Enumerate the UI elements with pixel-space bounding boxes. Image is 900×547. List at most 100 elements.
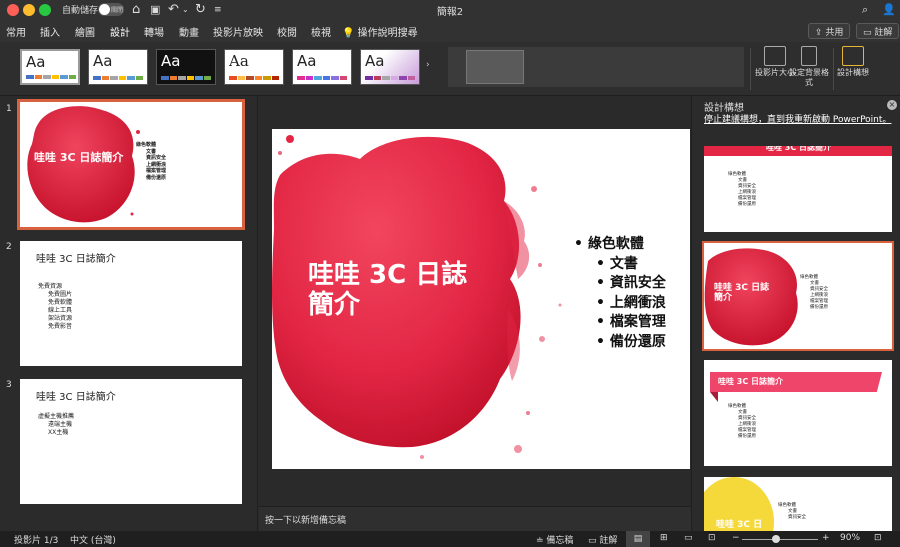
theme-6[interactable]: Aa [360, 49, 420, 85]
thumb-bullet: 免費影音 [48, 323, 73, 330]
idea-bullets: 綠色軟體 文書 資訊安全 上網衝浪 檔案管理 備份還原 [728, 404, 756, 440]
theme-4[interactable]: Aa [224, 49, 284, 85]
close-icon: × [888, 100, 896, 109]
theme-3[interactable]: Aa [156, 49, 216, 85]
design-ideas-pane: 設計構想 × 停止建議構想，直到我重新啟動 PowerPoint。 哇哇 3C … [691, 96, 900, 531]
thumb-bullet: 架站資源 [48, 315, 73, 322]
idea-title: 哇哇 3C 日 [716, 520, 763, 530]
close-pane-button[interactable]: × [887, 100, 897, 110]
reading-view-icon: ▭ [684, 533, 693, 543]
ribbon-divider [750, 48, 751, 90]
help-search[interactable]: 💡 操作說明搜尋 [342, 24, 418, 39]
tab-transitions[interactable]: 轉場 [144, 24, 164, 39]
themes-scroll-icon[interactable]: › [426, 60, 430, 70]
notes-toggle[interactable]: ≐ 備忘稿 [536, 533, 573, 546]
slideshow-button[interactable]: ⊡ [708, 533, 716, 543]
notes-pane[interactable]: 按一下以新增備忘稿 [259, 506, 691, 531]
format-background-button[interactable]: 設定背景格式 [789, 46, 829, 88]
variant-1[interactable] [466, 50, 524, 84]
tab-review[interactable]: 校閱 [277, 24, 297, 39]
account-icon[interactable]: 👤 [882, 1, 896, 19]
stop-suggestions-link[interactable]: 停止建議構想，直到我重新啟動 PowerPoint。 [704, 114, 894, 127]
close-window-button[interactable] [7, 4, 19, 16]
idea-bullet: 資訊安全 [788, 515, 806, 520]
slide-number: 3 [6, 380, 12, 390]
undo-icon[interactable]: ↶ [168, 1, 179, 19]
comment-icon: ▭ [863, 28, 872, 38]
language-indicator[interactable]: 中文 (台灣) [70, 533, 116, 546]
design-idea-4[interactable]: 哇哇 3C 日 綠色軟體 文書 資訊安全 [704, 477, 892, 531]
thumb-title: 哇哇 3C 日誌簡介 [36, 254, 116, 265]
home-icon[interactable]: ⌂ [132, 1, 140, 19]
thumb-bullet: 線上工具 [48, 307, 73, 314]
tab-home[interactable]: 常用 [6, 24, 26, 39]
tab-design[interactable]: 設計 [110, 24, 130, 44]
theme-5[interactable]: Aa [292, 49, 352, 85]
slide-thumbnails-panel: 1 哇哇 3C 日誌簡介 綠色軟體 文書 資訊安全 上網衝浪 檔案管理 備份還原… [0, 96, 258, 531]
redo-icon[interactable]: ↻ [195, 1, 206, 19]
idea-bullets: 綠色軟體 文書 資訊安全 [778, 503, 806, 521]
design-idea-3[interactable]: 哇哇 3C 日誌簡介 綠色軟體 文書 資訊安全 上網衝浪 檔案管理 備份還原 [704, 360, 892, 466]
thumb-bullet: 虛擬主機推薦 [38, 413, 75, 420]
slide-title[interactable]: 哇哇 3C 日誌 簡介 [308, 260, 468, 321]
minimize-window-button[interactable] [23, 4, 35, 16]
current-slide[interactable]: 哇哇 3C 日誌 簡介 綠色軟體 文書 資訊安全 上網衝浪 檔案管理 備份還原 [272, 129, 690, 469]
slide-size-icon [764, 46, 786, 66]
slide-thumbnail-2[interactable]: 哇哇 3C 日誌簡介 免費資源 免費圖片 免費軟體 線上工具 架站資源 免費影音 [20, 241, 242, 366]
slide-thumbnail-3[interactable]: 哇哇 3C 日誌簡介 虛擬主機推薦 遠端主機 XX主機 [20, 379, 242, 504]
theme-label: Aa [161, 52, 181, 70]
maximize-window-button[interactable] [39, 4, 51, 16]
slide-bullets[interactable]: 綠色軟體 文書 資訊安全 上網衝浪 檔案管理 備份還原 [574, 235, 666, 352]
design-ideas-icon [842, 46, 864, 66]
stop-suggestions-text: 停止建議構想，直到我重新啟動 PowerPoint。 [704, 115, 892, 125]
save-icon[interactable]: ▣ [150, 1, 160, 19]
theme-colors [161, 76, 211, 80]
zoom-slider[interactable] [742, 539, 818, 540]
theme-office[interactable]: Aa [20, 49, 80, 85]
zoom-out-button[interactable]: − [732, 533, 740, 543]
customize-toolbar-icon[interactable]: ≡ [214, 1, 222, 19]
slide-thumbnail-1[interactable]: 哇哇 3C 日誌簡介 綠色軟體 文書 資訊安全 上網衝浪 檔案管理 備份還原 [17, 99, 245, 230]
theme-label: Aa [93, 52, 113, 70]
design-idea-2[interactable]: 哇哇 3C 日誌簡介 綠色軟體 文書 資訊安全 上網衝浪 檔案管理 備份還原 [702, 241, 894, 351]
comments-label: 註解 [599, 536, 618, 546]
thumb-bullet: 免費資源 [38, 283, 63, 290]
thumb-bullet: 遠端主機 [48, 421, 73, 428]
comments-button[interactable]: ▭ 註解 [856, 23, 900, 39]
fit-to-window-button[interactable]: ⊡ [874, 533, 882, 543]
toggle-knob [99, 4, 110, 15]
tab-draw[interactable]: 繪圖 [75, 24, 95, 39]
ideas-title: 設計構想 [704, 103, 744, 114]
bullet-item: 檔案管理 [574, 313, 666, 333]
tab-slideshow[interactable]: 投影片放映 [213, 24, 263, 39]
tab-insert[interactable]: 插入 [40, 24, 60, 39]
normal-view-button[interactable]: ▤ [626, 531, 650, 547]
thumb-bullets: 虛擬主機推薦 遠端主機 XX主機 [38, 413, 74, 437]
zoom-level[interactable]: 90% [840, 533, 860, 543]
zoom-in-button[interactable]: + [822, 533, 830, 543]
comments-toggle[interactable]: ▭ 註解 [588, 533, 617, 546]
thumb-bullet: 備份還原 [146, 174, 167, 181]
slide-sorter-button[interactable]: ⊞ [660, 533, 668, 543]
search-icon[interactable]: ⌕ [862, 1, 868, 19]
theme-colors [93, 76, 143, 80]
slide-counter: 投影片 1/3 [14, 536, 59, 546]
tab-view[interactable]: 檢視 [311, 24, 331, 39]
share-button[interactable]: ⇪ 共用 [808, 23, 851, 39]
banner-fold [710, 392, 718, 402]
theme-colors [365, 76, 415, 80]
notes-label: 備忘稿 [546, 536, 574, 546]
undo-dropdown-icon[interactable]: ⌄ [182, 1, 189, 19]
comments-label: 註解 [874, 28, 893, 38]
slideshow-icon: ⊡ [708, 533, 716, 543]
normal-view-icon: ▤ [633, 534, 643, 544]
slide-title-line: 哇哇 3C 日誌 [308, 260, 468, 290]
autosave-toggle[interactable]: 關閉 [98, 3, 124, 16]
theme-2[interactable]: Aa [88, 49, 148, 85]
design-ideas-button[interactable]: 設計構想 [833, 46, 873, 78]
reading-view-button[interactable]: ▭ [684, 533, 693, 543]
zoom-slider-handle[interactable] [772, 535, 780, 543]
tab-animations[interactable]: 動畫 [179, 24, 199, 39]
status-bar: 投影片 1/3 中文 (台灣) ≐ 備忘稿 ▭ 註解 ▤ ⊞ ▭ ⊡ − + 9… [0, 531, 900, 547]
design-idea-1[interactable]: 哇哇 3C 日誌簡介 綠色軟體 文書 資訊安全 上網衝浪 檔案管理 備份還原 [704, 146, 892, 232]
